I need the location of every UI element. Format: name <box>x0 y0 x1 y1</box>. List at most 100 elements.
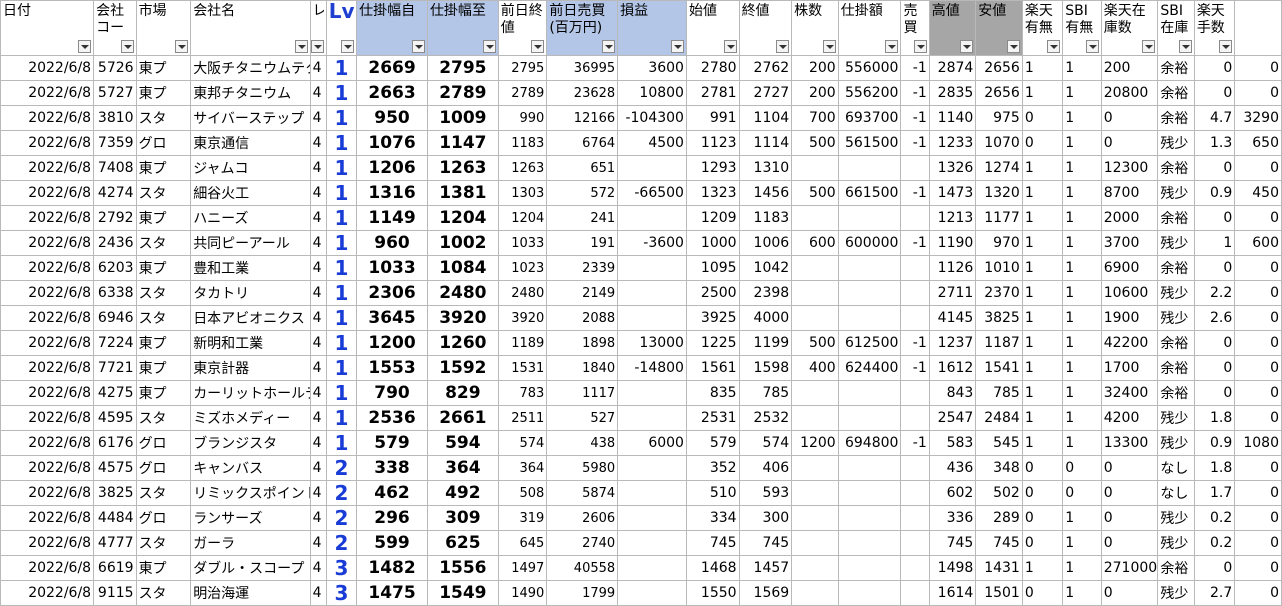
cell-market[interactable]: スタ <box>135 580 192 606</box>
cell-pl[interactable]: 10800 <box>617 80 687 106</box>
cell-to[interactable]: 364 <box>426 455 499 481</box>
cell-shares[interactable]: 500 <box>791 180 839 206</box>
cell-open[interactable]: 2781 <box>685 80 740 106</box>
cell-prevclose[interactable]: 2795 <box>497 55 548 81</box>
cell-date[interactable]: 2022/6/8 <box>0 530 95 556</box>
cell-code[interactable]: 2436 <box>93 230 137 256</box>
cell-amount[interactable]: 624400 <box>837 355 902 381</box>
cell-fee[interactable]: 0 <box>1193 555 1236 581</box>
cell-sbistock[interactable]: 余裕 <box>1157 80 1195 106</box>
cell-fee[interactable]: 1.8 <box>1193 405 1236 431</box>
cell-high[interactable]: 2711 <box>928 280 977 306</box>
cell-code[interactable]: 5726 <box>93 55 137 81</box>
cell-le[interactable]: 4 <box>309 305 327 331</box>
cell-prevclose[interactable]: 1303 <box>497 180 548 206</box>
cell-side[interactable]: -1 <box>900 55 930 81</box>
cell-low[interactable]: 3825 <box>975 305 1023 331</box>
cell-shares[interactable] <box>791 155 839 181</box>
cell-rakuten[interactable]: 1 <box>1021 205 1064 231</box>
cell-fee[interactable]: 0 <box>1193 205 1236 231</box>
cell-date[interactable]: 2022/6/8 <box>0 305 95 331</box>
cell-open[interactable]: 1000 <box>685 230 740 256</box>
cell-fee2[interactable]: 0 <box>1234 505 1282 531</box>
cell-prevval[interactable]: 2088 <box>546 305 619 331</box>
cell-rakuten[interactable]: 1 <box>1021 380 1064 406</box>
cell-lv[interactable]: 1 <box>325 180 358 206</box>
cell-rstock[interactable]: 0 <box>1100 130 1159 156</box>
cell-close[interactable]: 1310 <box>738 155 793 181</box>
cell-low[interactable]: 289 <box>975 505 1023 531</box>
header-market[interactable]: 市場 <box>135 0 192 56</box>
cell-sbistock[interactable]: 残少 <box>1157 405 1195 431</box>
cell-pl[interactable]: -14800 <box>617 355 687 381</box>
cell-date[interactable]: 2022/6/8 <box>0 105 95 131</box>
cell-code[interactable]: 4575 <box>93 455 137 481</box>
cell-high[interactable]: 583 <box>928 430 977 456</box>
cell-date[interactable]: 2022/6/8 <box>0 230 95 256</box>
cell-high[interactable]: 1190 <box>928 230 977 256</box>
cell-sbi[interactable]: 1 <box>1062 530 1102 556</box>
filter-dropdown-icon[interactable] <box>1178 40 1192 53</box>
cell-name[interactable]: 明治海運 <box>190 580 311 606</box>
cell-rstock[interactable]: 3700 <box>1100 230 1159 256</box>
cell-to[interactable]: 2795 <box>426 55 499 81</box>
cell-rakuten[interactable]: 1 <box>1021 255 1064 281</box>
cell-to[interactable]: 1592 <box>426 355 499 381</box>
cell-rstock[interactable]: 0 <box>1100 480 1159 506</box>
cell-amount[interactable] <box>837 480 902 506</box>
cell-fee2[interactable]: 1080 <box>1234 430 1282 456</box>
cell-open[interactable]: 1123 <box>685 130 740 156</box>
cell-shares[interactable]: 400 <box>791 355 839 381</box>
cell-open[interactable]: 352 <box>685 455 740 481</box>
cell-high[interactable]: 1140 <box>928 105 977 131</box>
cell-side[interactable] <box>900 255 930 281</box>
cell-pl[interactable] <box>617 530 687 556</box>
cell-open[interactable]: 1468 <box>685 555 740 581</box>
cell-code[interactable]: 7224 <box>93 330 137 356</box>
filter-dropdown-icon[interactable] <box>482 40 496 53</box>
filter-dropdown-icon[interactable] <box>913 40 927 53</box>
cell-date[interactable]: 2022/6/8 <box>0 180 95 206</box>
cell-pl[interactable]: 13000 <box>617 330 687 356</box>
cell-prevclose[interactable]: 1189 <box>497 330 548 356</box>
cell-high[interactable]: 2835 <box>928 80 977 106</box>
header-pl[interactable]: 損益 <box>617 0 687 56</box>
cell-prevval[interactable]: 6764 <box>546 130 619 156</box>
cell-date[interactable]: 2022/6/8 <box>0 480 95 506</box>
cell-close[interactable]: 1598 <box>738 355 793 381</box>
cell-le[interactable]: 4 <box>309 380 327 406</box>
cell-sbi[interactable]: 1 <box>1062 105 1102 131</box>
cell-from[interactable]: 2306 <box>356 280 428 306</box>
cell-sbistock[interactable]: 残少 <box>1157 430 1195 456</box>
cell-sbistock[interactable]: 残少 <box>1157 180 1195 206</box>
cell-low[interactable]: 1431 <box>975 555 1023 581</box>
cell-lv[interactable]: 1 <box>325 355 358 381</box>
cell-to[interactable]: 1549 <box>426 580 499 606</box>
cell-from[interactable]: 1149 <box>356 205 428 231</box>
cell-side[interactable] <box>900 580 930 606</box>
cell-low[interactable]: 502 <box>975 480 1023 506</box>
cell-open[interactable]: 334 <box>685 505 740 531</box>
cell-pl[interactable] <box>617 555 687 581</box>
cell-sbistock[interactable]: 余裕 <box>1157 355 1195 381</box>
cell-lv[interactable]: 1 <box>325 405 358 431</box>
cell-rakuten[interactable]: 0 <box>1021 105 1064 131</box>
cell-le[interactable]: 4 <box>309 555 327 581</box>
cell-market[interactable]: 東プ <box>135 255 192 281</box>
cell-close[interactable]: 745 <box>738 530 793 556</box>
cell-prevclose[interactable]: 319 <box>497 505 548 531</box>
cell-fee[interactable]: 0.2 <box>1193 530 1236 556</box>
cell-prevclose[interactable]: 990 <box>497 105 548 131</box>
cell-fee2[interactable]: 650 <box>1234 130 1282 156</box>
cell-side[interactable]: -1 <box>900 355 930 381</box>
filter-dropdown-icon[interactable] <box>78 40 92 53</box>
cell-lv[interactable]: 1 <box>325 105 358 131</box>
cell-le[interactable]: 4 <box>309 80 327 106</box>
cell-to[interactable]: 309 <box>426 505 499 531</box>
cell-close[interactable]: 593 <box>738 480 793 506</box>
cell-low[interactable]: 545 <box>975 430 1023 456</box>
cell-pl[interactable] <box>617 405 687 431</box>
cell-low[interactable]: 970 <box>975 230 1023 256</box>
cell-amount[interactable]: 694800 <box>837 430 902 456</box>
cell-from[interactable]: 790 <box>356 380 428 406</box>
